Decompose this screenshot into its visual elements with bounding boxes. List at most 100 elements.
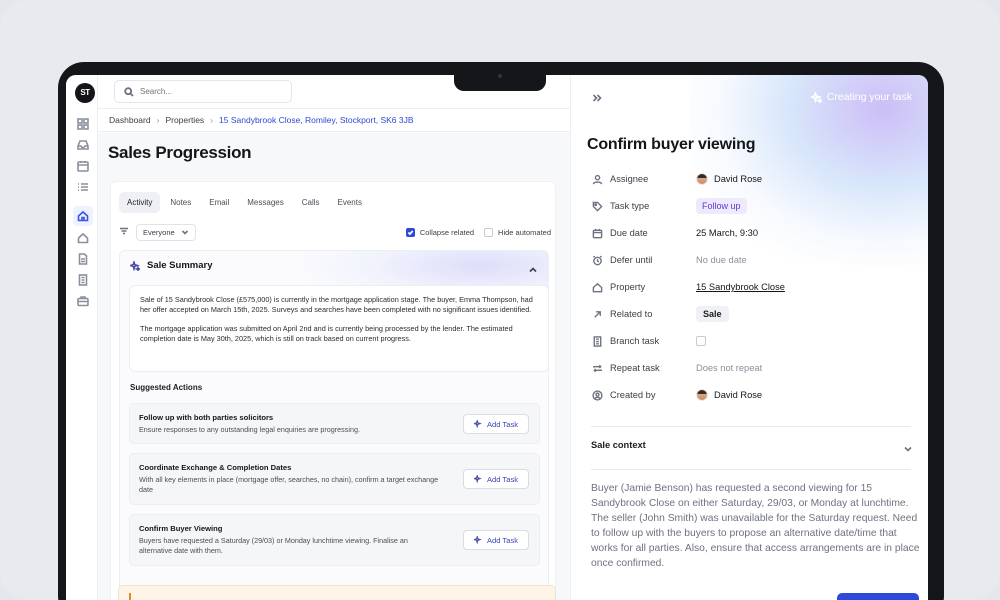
activity-card: Activity Notes Email Messages Calls Even… xyxy=(110,181,556,600)
note-marker xyxy=(129,593,131,600)
hide-automated-toggle[interactable]: Hide automated xyxy=(484,227,551,237)
defer-until-value: No due date xyxy=(696,255,747,265)
add-task-label: Add Task xyxy=(486,535,519,545)
summary-paragraph: The mortgage application was submitted o… xyxy=(140,324,513,343)
add-task-button[interactable]: Add Task xyxy=(463,469,529,489)
action-title: Follow up with both parties solicitors xyxy=(139,413,274,422)
prop-label: Assignee xyxy=(610,174,649,184)
suggested-action-item: Coordinate Exchange & Completion Dates W… xyxy=(129,453,540,505)
tab-activity[interactable]: Activity xyxy=(119,192,161,213)
branch-task-checkbox[interactable] xyxy=(696,336,706,346)
related-badge: Sale xyxy=(696,306,729,322)
due-date-value: 25 March, 9:30 xyxy=(696,228,759,238)
suggested-action-item: Follow up with both parties solicitors E… xyxy=(129,403,540,444)
alarm-clock-icon xyxy=(591,254,603,266)
search-box[interactable] xyxy=(114,80,292,103)
calendar-icon xyxy=(591,227,603,239)
camera-notch xyxy=(454,62,546,91)
prop-value xyxy=(696,336,706,346)
breadcrumb-dashboard[interactable]: Dashboard xyxy=(109,115,151,125)
collapse-related-toggle[interactable]: Collapse related xyxy=(405,227,474,237)
prop-label: Related to xyxy=(610,309,653,319)
briefcase-icon[interactable] xyxy=(76,294,90,308)
sparkle-icon xyxy=(473,475,482,483)
sale-context-title[interactable]: Sale context xyxy=(591,440,646,450)
breadcrumb: Dashboard › Properties › 15 Sandybrook C… xyxy=(98,108,570,132)
prop-value[interactable]: 15 Sandybrook Close xyxy=(696,282,785,292)
sale-summary-panel: Sale Summary Sale of 15 Sandybrook Close… xyxy=(119,250,549,600)
user-icon xyxy=(591,173,603,185)
sparkle-icon xyxy=(473,536,482,544)
task-title[interactable]: Confirm buyer viewing xyxy=(587,136,755,154)
prop-label: Repeat task xyxy=(610,363,660,373)
breadcrumb-separator: › xyxy=(210,115,214,125)
suggested-actions-title: Suggested Actions xyxy=(130,383,203,392)
sparkle-icon xyxy=(473,420,482,428)
prop-label: Created by xyxy=(610,390,656,400)
tab-messages[interactable]: Messages xyxy=(239,192,291,213)
home-icon[interactable] xyxy=(73,206,93,226)
house-icon[interactable] xyxy=(76,231,90,245)
tab-events[interactable]: Events xyxy=(330,192,370,213)
action-description: Ensure responses to any outstanding lega… xyxy=(139,425,360,434)
app-logo[interactable]: ST xyxy=(75,83,95,103)
note-card-peek xyxy=(118,585,556,600)
prop-value: David Rose xyxy=(696,173,762,185)
calendar-icon[interactable] xyxy=(76,159,90,173)
repeat-value: Does not repeat xyxy=(696,363,763,373)
chevron-up-icon[interactable] xyxy=(528,262,538,280)
page-title: Sales Progression xyxy=(108,143,252,162)
creator-name: David Rose xyxy=(714,390,763,400)
breadcrumb-current[interactable]: 15 Sandybrook Close, Romiley, Stockport,… xyxy=(219,115,414,125)
property-link[interactable]: 15 Sandybrook Close xyxy=(696,282,785,292)
add-task-label: Add Task xyxy=(486,419,519,429)
breadcrumb-properties[interactable]: Properties xyxy=(165,115,204,125)
prop-branch-task[interactable]: Branch task xyxy=(591,333,921,349)
action-title: Confirm Buyer Viewing xyxy=(139,524,223,533)
add-task-button[interactable]: Add Task xyxy=(463,414,529,434)
arrow-up-right-icon xyxy=(591,308,603,320)
add-task-button[interactable]: Add Task xyxy=(463,530,529,550)
prop-due-date[interactable]: Due date 25 March, 9:30 xyxy=(591,225,921,241)
document-icon[interactable] xyxy=(76,252,90,266)
camera-dot xyxy=(498,74,502,78)
prop-label: Branch task xyxy=(610,336,660,346)
add-task-label: Add Task xyxy=(486,474,519,484)
sale-summary-header[interactable]: Sale Summary xyxy=(130,260,212,271)
prop-repeat-task[interactable]: Repeat task Does not repeat xyxy=(591,360,921,376)
tab-email[interactable]: Email xyxy=(201,192,237,213)
prop-property[interactable]: Property 15 Sandybrook Close xyxy=(591,279,921,295)
prop-created-by: Created by David Rose xyxy=(591,387,921,403)
primary-action-button[interactable] xyxy=(837,593,919,600)
double-chevron-right-icon[interactable] xyxy=(591,91,603,109)
search-input[interactable] xyxy=(140,87,280,96)
summary-paragraph: Sale of 15 Sandybrook Close (£575,000) i… xyxy=(140,295,533,314)
chevron-down-icon[interactable] xyxy=(903,441,913,459)
building-icon xyxy=(591,335,603,347)
tab-calls[interactable]: Calls xyxy=(294,192,328,213)
hide-automated-checkbox[interactable] xyxy=(484,227,494,237)
filter-icon[interactable] xyxy=(119,223,129,241)
prop-defer-until[interactable]: Defer until No due date xyxy=(591,252,921,268)
chevron-down-icon xyxy=(181,230,188,235)
prop-related-to[interactable]: Related to Sale xyxy=(591,306,921,322)
collapse-related-checkbox[interactable] xyxy=(405,227,415,237)
list-icon[interactable] xyxy=(76,180,90,194)
building-icon[interactable] xyxy=(76,273,90,287)
inbox-icon[interactable] xyxy=(76,138,90,152)
prop-label: Property xyxy=(610,282,646,292)
assignee-name: David Rose xyxy=(714,174,763,184)
audience-select[interactable]: Everyone xyxy=(136,223,196,241)
hide-automated-label: Hide automated xyxy=(498,227,551,237)
search-icon xyxy=(124,86,134,97)
prop-assignee[interactable]: Assignee David Rose xyxy=(591,171,921,187)
prop-task-type[interactable]: Task type Follow up xyxy=(591,198,921,214)
prop-value: David Rose xyxy=(696,389,762,401)
prop-label: Defer until xyxy=(610,255,653,265)
tab-notes[interactable]: Notes xyxy=(162,192,199,213)
grid-icon[interactable] xyxy=(76,117,90,131)
breadcrumb-separator: › xyxy=(156,115,160,125)
task-panel: Creating your task Confirm buyer viewing… xyxy=(570,75,928,600)
action-title: Coordinate Exchange & Completion Dates xyxy=(139,463,292,472)
divider xyxy=(591,469,911,470)
